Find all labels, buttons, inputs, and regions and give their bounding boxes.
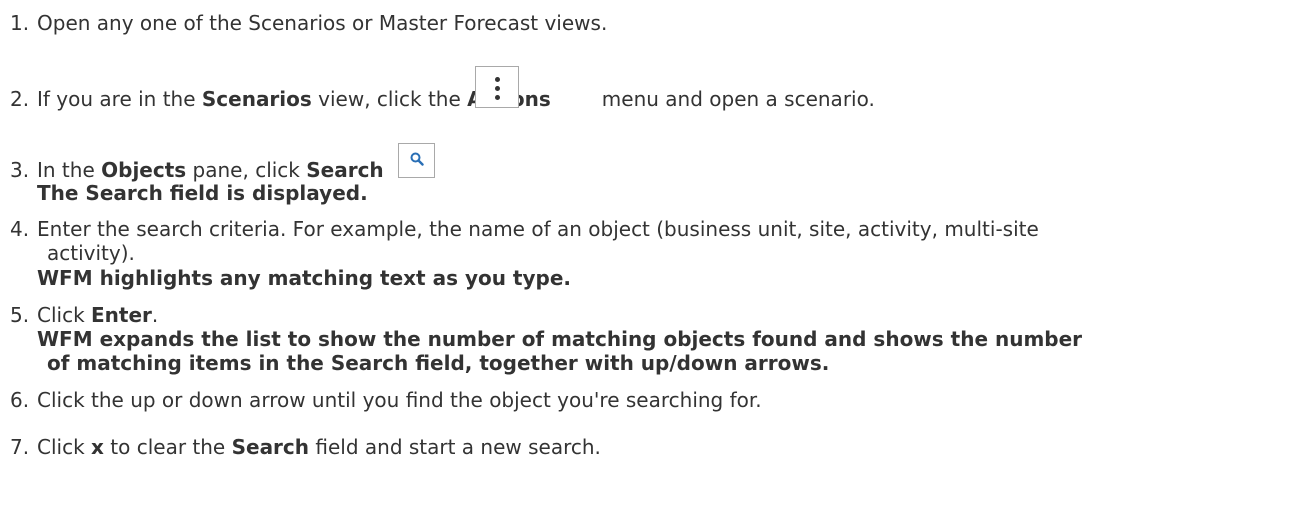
step-text: Click xyxy=(37,435,92,459)
step-text: Click xyxy=(37,303,92,327)
step-text: view, click the xyxy=(311,87,468,111)
step-5-result: WFM expands the list to show the number … xyxy=(37,327,1083,351)
step-text: Open any one of the Scenarios or Master … xyxy=(37,11,608,35)
instruction-steps: 1. Open any one of the Scenarios or Maste… xyxy=(0,0,1314,510)
step-2: 2. If you are in the Scenarios view, clic… xyxy=(10,86,1304,112)
step-1: 1. Open any one of the Scenarios or Maste… xyxy=(10,10,1304,36)
enter-label: Enter xyxy=(91,303,152,327)
step-5-result-continued: of matching items in the Search field, t… xyxy=(47,351,830,375)
step-4-result: WFM highlights any matching text as you … xyxy=(37,266,571,290)
x-label: x xyxy=(91,435,104,459)
search-label: Search xyxy=(231,435,310,459)
step-3-result: The Search field is displayed. xyxy=(37,181,368,205)
scenarios-label: Scenarios xyxy=(201,87,312,111)
step-4-continued: activity). xyxy=(47,241,135,265)
step-text: . xyxy=(151,303,159,327)
search-icon xyxy=(398,143,435,178)
step-5: 5. Click Enter. xyxy=(10,302,1304,328)
step-6: 6. Click the up or down arrow until you f… xyxy=(10,387,1304,413)
step-number: 4. xyxy=(10,217,30,241)
kebab-menu-icon xyxy=(475,66,519,108)
search-label: Search xyxy=(306,158,384,182)
step-number: 7. xyxy=(10,435,30,459)
step-number: 5. xyxy=(10,303,30,327)
step-text: In the xyxy=(37,158,102,182)
step-text: pane, click xyxy=(186,158,307,182)
step-text: If you are in the xyxy=(37,87,202,111)
step-number: 2. xyxy=(10,87,30,111)
step-text: menu and open a scenario. xyxy=(601,87,875,111)
step-text: Click the up or down arrow until you fin… xyxy=(37,388,762,412)
step-number: 6. xyxy=(10,388,30,412)
step-text: Enter the search criteria. For example, … xyxy=(37,217,1039,241)
step-7: 7. Click x to clear the Search field and … xyxy=(10,434,1304,460)
step-text: to clear the xyxy=(103,435,232,459)
step-4: 4. Enter the search criteria. For example… xyxy=(10,216,1304,242)
objects-label: Objects xyxy=(101,158,187,182)
step-number: 1. xyxy=(10,11,30,35)
step-text: field and start a new search. xyxy=(309,435,601,459)
